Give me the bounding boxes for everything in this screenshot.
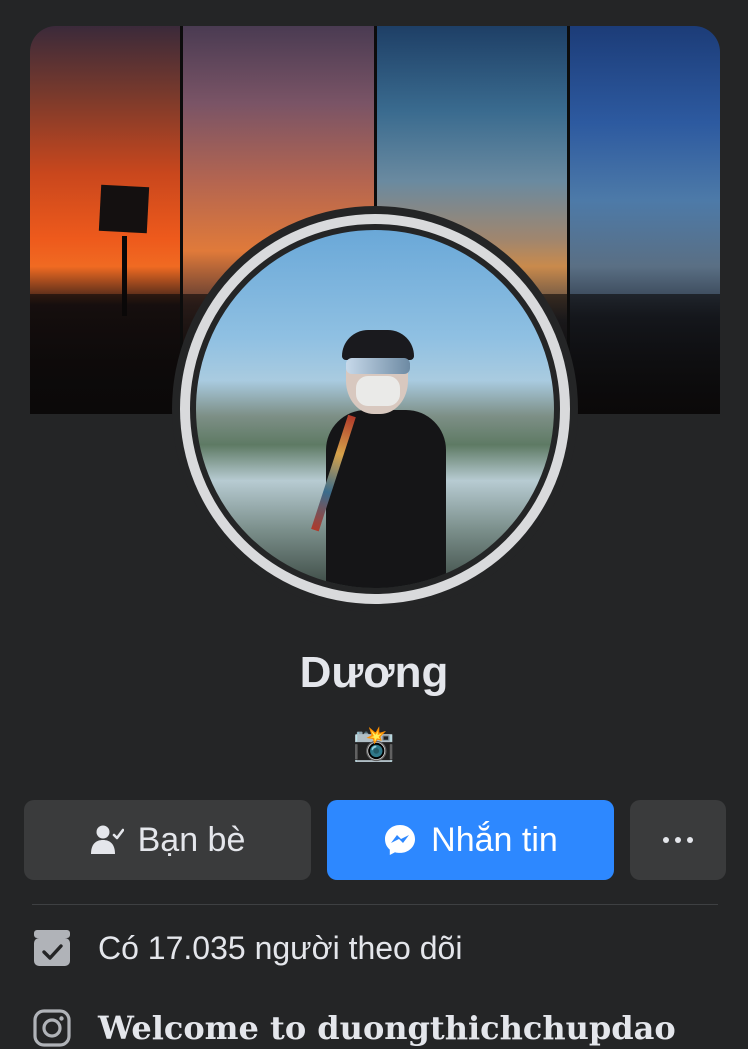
profile-bio-emoji: 📸	[352, 725, 396, 763]
message-button[interactable]: Nhắn tin	[327, 800, 614, 880]
friends-button[interactable]: Bạn bè	[24, 800, 311, 880]
message-button-label: Nhắn tin	[431, 820, 558, 859]
person-check-icon	[90, 823, 124, 857]
friends-button-label: Bạn bè	[137, 820, 246, 859]
messenger-icon	[383, 823, 417, 857]
instagram-icon	[32, 1008, 72, 1048]
sign-silhouette	[98, 184, 150, 234]
cover-panel-4	[569, 26, 720, 414]
followers-count-text: Có 17.035 người theo dõi	[98, 929, 463, 966]
profile-name: Dương	[299, 648, 449, 697]
profile-page: Dương 📸 Bạn bè Nhắn tin Có 17.035 người …	[0, 0, 748, 1049]
follow-check-icon	[32, 928, 72, 968]
more-dots-icon	[663, 837, 693, 843]
followers-row: Có 17.035 người theo dõi	[32, 928, 462, 968]
more-options-button[interactable]	[630, 800, 726, 880]
instagram-row[interactable]: Welcome to duongthichchupdao	[32, 1008, 676, 1048]
cover-panel-1	[30, 26, 181, 414]
section-divider	[32, 904, 718, 905]
profile-avatar[interactable]	[190, 224, 560, 594]
instagram-text: Welcome to duongthichchupdao	[98, 1009, 676, 1047]
